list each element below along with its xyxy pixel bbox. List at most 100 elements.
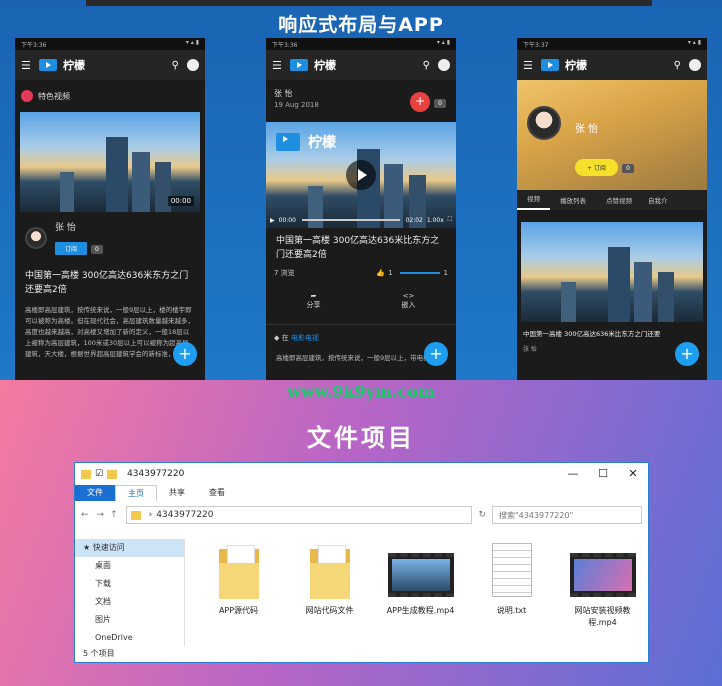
file-item[interactable]: 网站安装视频教程.mp4 — [564, 543, 642, 647]
tab-about[interactable]: 自我介 — [642, 195, 674, 205]
sidebar-item-pictures[interactable]: 图片 — [75, 611, 184, 629]
navigation-pane: ★ 快速访问 桌面 下载 文档 图片 OneDrive — [75, 539, 185, 647]
like-icon[interactable]: 👍 — [376, 269, 385, 277]
embed-icon: <> — [402, 292, 415, 300]
status-bar: 下午3:36 ▾ ▴ ▮ — [15, 38, 205, 50]
account-icon[interactable] — [689, 59, 701, 71]
add-button[interactable]: + — [410, 92, 431, 112]
video-file-icon — [387, 553, 454, 597]
search-icon[interactable]: ⚲ — [674, 60, 681, 71]
app-bar: ☰ 柠檬 ⚲ — [517, 50, 707, 80]
video-thumbnail[interactable]: 00:00 — [20, 112, 200, 212]
tab-liked[interactable]: 点赞视频 — [596, 195, 642, 205]
address-path: 4343977220 — [156, 510, 214, 520]
tab-videos[interactable]: 视频 — [517, 190, 550, 210]
search-icon[interactable]: ⚲ — [172, 60, 179, 71]
menu-icon[interactable]: ☰ — [523, 59, 533, 72]
share-button[interactable]: ➦ 分享 — [307, 292, 321, 310]
file-item[interactable]: 网站代码文件 — [291, 543, 369, 647]
maximize-button[interactable]: ☐ — [588, 463, 618, 485]
window-title: 4343977220 — [127, 469, 185, 479]
add-button[interactable]: + — [173, 342, 197, 366]
account-icon[interactable] — [438, 59, 450, 71]
avatar[interactable] — [527, 106, 561, 140]
up-icon[interactable]: ↑ — [110, 510, 118, 520]
folder-icon — [218, 543, 259, 599]
file-explorer-window: ☑ 4343977220 — ☐ ✕ 文件 主页 共享 查看 ← → ↑ › 4… — [74, 462, 649, 663]
phone-3: 下午3:37 ▾ ▴ ▮ ☰ 柠檬 ⚲ 张 怡 + 订阅 0 视频 播放列表 点赞视… — [517, 38, 707, 380]
sidebar-item-onedrive[interactable]: OneDrive — [75, 629, 184, 647]
watermark: www.9k9ym.com — [287, 382, 435, 401]
total-time: 02:02 — [405, 216, 423, 224]
seek-bar[interactable] — [301, 219, 400, 221]
sidebar-item-quick-access[interactable]: ★ 快速访问 — [75, 539, 184, 557]
chevron-right-icon: › — [148, 510, 153, 520]
subscribe-button[interactable]: 订阅 — [55, 242, 88, 255]
file-item[interactable]: APP生成教程.mp4 — [382, 543, 460, 647]
back-icon[interactable]: ← — [81, 510, 89, 520]
tab-home[interactable]: 主页 — [115, 485, 157, 501]
fullscreen-icon[interactable]: ⛶ — [448, 216, 452, 224]
featured-section: 特色视频 — [15, 80, 205, 112]
folder-icon — [130, 510, 141, 520]
speed[interactable]: 1.00x — [427, 217, 444, 224]
tab-playlists[interactable]: 播放列表 — [550, 195, 596, 205]
video-title[interactable]: 中国第一高楼 300亿高达636米东方之门还要高2倍 — [15, 263, 205, 303]
dislikes: 1 — [443, 269, 448, 277]
address-bar[interactable]: › 4343977220 — [125, 506, 473, 524]
text-file-icon — [491, 543, 532, 597]
close-button[interactable]: ✕ — [618, 463, 648, 485]
search-icon[interactable]: ⚲ — [423, 60, 430, 71]
properties-icon[interactable]: ☑ — [95, 469, 103, 479]
logo-icon — [276, 133, 300, 151]
top-bar — [86, 0, 652, 6]
sidebar-item-downloads[interactable]: 下载 — [75, 575, 184, 593]
status-bar: 5 个项目 — [75, 646, 648, 662]
stats-row: 7 浏览 👍 1 1 — [266, 268, 456, 278]
phone-2: 下午3:36 ▾ ▴ ▮ ☰ 柠檬 ⚲ 张 怡 19 Aug 2018 +0 柠檬… — [266, 38, 456, 380]
menu-icon[interactable]: ☰ — [272, 59, 282, 72]
tab-share[interactable]: 共享 — [157, 485, 197, 501]
add-button[interactable]: + — [675, 342, 699, 366]
subscriber-count: 0 — [91, 245, 103, 254]
forward-icon[interactable]: → — [97, 510, 105, 520]
channel-tabs: 视频 播放列表 点赞视频 自我介 — [517, 190, 707, 210]
title-bar: ☑ 4343977220 — ☐ ✕ — [75, 463, 648, 485]
file-item[interactable]: 说明.txt — [473, 543, 551, 647]
minimize-button[interactable]: — — [558, 463, 588, 485]
logo-icon — [290, 59, 308, 71]
menu-icon[interactable]: ☰ — [21, 59, 31, 72]
video-player[interactable]: 柠檬 ▶ 00:00 02:02 1.00x ⛶ — [266, 122, 456, 228]
channel-banner: 张 怡 + 订阅 0 — [517, 80, 707, 190]
logo-icon — [39, 59, 57, 71]
sidebar-item-documents[interactable]: 文档 — [75, 593, 184, 611]
file-item[interactable]: APP源代码 — [200, 543, 278, 647]
subscribe-button[interactable]: + 订阅 — [575, 159, 618, 176]
play-icon[interactable] — [346, 160, 376, 190]
account-icon[interactable] — [187, 59, 199, 71]
video-file-icon — [569, 553, 636, 597]
channel-name: 张 怡 — [575, 124, 599, 135]
app-bar: ☰ 柠檬 ⚲ — [266, 50, 456, 80]
current-time: 00:00 — [278, 216, 296, 224]
avatar[interactable] — [25, 226, 47, 249]
play-small-icon[interactable]: ▶ — [270, 217, 275, 224]
folder-icon — [309, 543, 350, 599]
section2-title: 文件项目 — [307, 424, 415, 452]
likes: 1 — [388, 269, 393, 277]
category-link[interactable]: 电影电视 — [291, 334, 319, 342]
video-title: 中国第一高楼 300亿高达636米比东方之门还要高2倍 — [276, 236, 440, 260]
tab-file[interactable]: 文件 — [75, 485, 115, 501]
sidebar-item-desktop[interactable]: 桌面 — [75, 557, 184, 575]
new-folder-icon[interactable] — [107, 469, 118, 479]
add-button[interactable]: + — [424, 342, 448, 366]
embed-button[interactable]: <> 嵌入 — [402, 292, 416, 310]
status-bar: 下午3:36 ▾ ▴ ▮ — [266, 38, 456, 50]
refresh-icon[interactable]: ↻ — [478, 510, 486, 520]
address-row: ← → ↑ › 4343977220 ↻ 搜索"4343977220" — [75, 501, 648, 529]
search-input[interactable]: 搜索"4343977220" — [492, 506, 642, 524]
video-header: 张 怡 19 Aug 2018 +0 — [266, 80, 456, 122]
video-thumbnail[interactable] — [521, 222, 703, 322]
tab-view[interactable]: 查看 — [197, 485, 648, 501]
video-title[interactable]: 中国第一高楼 300亿高达636米比东方之门还要 — [517, 322, 707, 344]
